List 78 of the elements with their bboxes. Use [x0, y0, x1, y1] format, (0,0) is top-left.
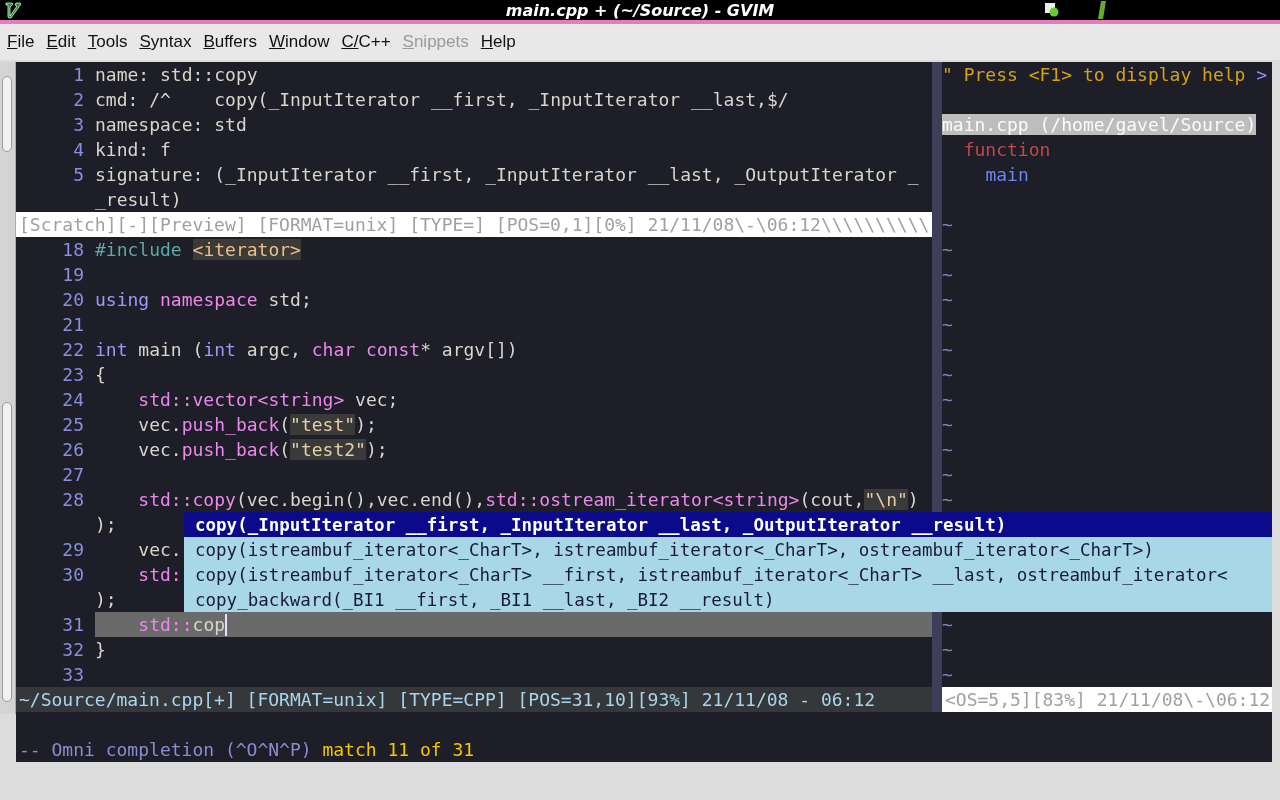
line-number: 28 [61, 489, 85, 510]
empty-line-marker: ~ [942, 239, 953, 260]
code-line: int main (int argc, char const* argv[]) [95, 339, 518, 360]
menu-item[interactable]: Syntax [139, 32, 192, 52]
code-line: namespace: std [95, 114, 247, 135]
menu-item[interactable]: Buffers [203, 32, 257, 52]
menu-item[interactable]: Help [480, 32, 516, 52]
line-number: 29 [61, 539, 85, 560]
scrollbar[interactable] [0, 62, 16, 239]
line-number: 22 [61, 339, 85, 360]
code-line: name: std::copy [95, 64, 258, 85]
vim-logo-icon [4, 1, 22, 19]
menu-item[interactable]: Edit [46, 32, 76, 52]
empty-line-marker: ~ [942, 339, 953, 360]
line-number: 31 [61, 614, 85, 635]
line-number: 2 [72, 89, 85, 110]
completion-item[interactable]: copy(istreambuf_iterator<_CharT> __first, istreambuf_iterator<_CharT> __last, ostreambuf_iterator< [184, 562, 1272, 587]
command-line: -- Omni completion (^O^N^P) match 11 of 31 [19, 739, 475, 760]
empty-line-marker: ~ [942, 389, 953, 410]
code-line: using namespace std; [95, 289, 312, 310]
code-line: vec.push_back("test2"); [137, 439, 388, 460]
line-number: 25 [61, 414, 85, 435]
code-line: signature: (_InputIterator __first, _InputIterator __last, _OutputIterator _ [95, 164, 919, 185]
completion-item[interactable]: copy(_InputIterator __first, _InputIterator __last, _OutputIterator __result) [184, 512, 1272, 537]
code-line: _result) [95, 189, 182, 210]
line-number: 33 [61, 664, 85, 685]
empty-line-marker: ~ [942, 264, 953, 285]
completion-item[interactable]: copy_backward(_BI1 __first, _BI1 __last, _BI2 __result) [184, 587, 1272, 612]
code-line: std: [137, 564, 182, 585]
menu-item[interactable]: Window [268, 32, 330, 52]
empty-line-marker: ~ [942, 289, 953, 310]
line-number: 1 [72, 64, 85, 85]
code-line: } [95, 639, 106, 660]
code-line: ); [95, 514, 117, 535]
line-number: 26 [61, 439, 85, 460]
empty-line-marker: ~ [942, 664, 953, 685]
line-number: 3 [72, 114, 85, 135]
completion-item[interactable]: copy(istreambuf_iterator<_CharT>, istreambuf_iterator<_CharT>, ostreambuf_iterator<_CharT>) [184, 537, 1272, 562]
empty-line-marker: ~ [942, 489, 953, 510]
tag-entry[interactable]: main [985, 164, 1029, 185]
code-line: std::copy(vec.begin(),vec.end(),std::ostream_iterator<string>(cout,"\n") [137, 489, 919, 510]
line-number: 24 [61, 389, 85, 410]
empty-line-marker: ~ [942, 214, 953, 235]
code-line: { [95, 364, 106, 385]
code-line: #include <iterator> [95, 239, 301, 260]
line-number: 32 [61, 639, 85, 660]
code-line: vec.push_back("test"); [137, 414, 377, 435]
code-line: cmd: /^ copy(_InputIterator __first, _InputIterator __last,$/ [95, 89, 789, 110]
menu-item[interactable]: C/C++ [341, 32, 391, 52]
empty-line-marker: ~ [942, 314, 953, 335]
line-number: 21 [61, 314, 85, 335]
code-line: ); [95, 589, 117, 610]
line-number: 20 [61, 289, 85, 310]
line-number: 23 [61, 364, 85, 385]
line-number: 27 [61, 464, 85, 485]
empty-line-marker: ~ [942, 639, 953, 660]
line-number: 19 [61, 264, 85, 285]
scrollbar[interactable] [0, 239, 16, 714]
empty-line-marker: ~ [942, 439, 953, 460]
network-icon[interactable] [1044, 2, 1061, 18]
line-number: 18 [61, 239, 85, 260]
code-line: vec. [137, 539, 182, 560]
line-number: 30 [61, 564, 85, 585]
empty-line-marker: ~ [942, 464, 953, 485]
line-number: 4 [72, 139, 85, 160]
empty-line-marker: ~ [942, 614, 953, 635]
menu-item[interactable]: Tools [87, 32, 128, 52]
window-title: main.cpp + (~/Source) - GVIM [505, 0, 775, 20]
menu-item[interactable]: File [7, 32, 35, 52]
code-line: std::cop [137, 614, 226, 635]
help-hint: " Press <F1> to display help > [942, 64, 1268, 85]
code-line: kind: f [95, 139, 171, 160]
empty-line-marker: ~ [942, 364, 953, 385]
empty-line-marker: ~ [942, 414, 953, 435]
text-cursor [225, 613, 228, 636]
status-bar-icon [1096, 0, 1109, 20]
line-number: 5 [72, 164, 85, 185]
code-line: std::vector<string> vec; [137, 389, 399, 410]
